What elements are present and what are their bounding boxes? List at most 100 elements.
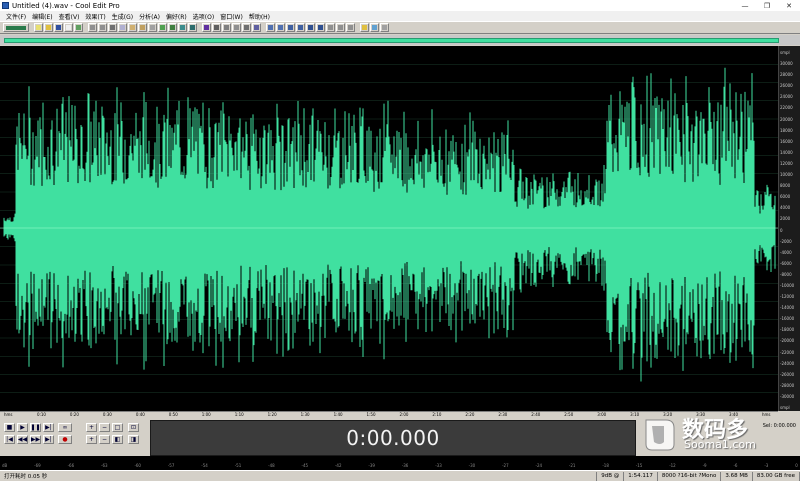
favorites-button[interactable] [360,23,369,32]
time-tick: 2:00 [399,412,409,417]
menu-analyze[interactable]: 分析(A) [136,12,163,21]
zoom-out-horizontal-button[interactable]: − [99,423,110,432]
time-select-button[interactable] [222,23,231,32]
status-bar: 打开耗时 0.05 秒 9dB @ 1:54.117 8000 ?16-bit … [0,470,800,481]
zoom-in-horizontal-button[interactable]: + [86,423,97,432]
menu-options[interactable]: 选项(O) [190,12,217,21]
zoom-out-icon: − [101,424,108,431]
menu-edit[interactable]: 编辑(E) [29,12,55,21]
select-all-button[interactable] [168,23,177,32]
menu-effects[interactable]: 效果(T) [82,12,108,21]
amplify-button[interactable] [266,23,275,32]
level-tick: -45 [301,463,309,468]
menu-view[interactable]: 查看(V) [56,12,83,21]
stop-button[interactable]: ■ [4,423,15,432]
play-to-end-button[interactable]: ▶| [43,423,54,432]
level-tick: 0 [795,463,798,468]
status-duration: 1:54.117 [624,471,658,481]
paste-button[interactable] [128,23,137,32]
overview-bar[interactable] [0,35,800,45]
amplitude-tick: -22000 [780,349,795,355]
rewind-icon: ◀◀ [17,436,28,443]
zoom-to-right-button[interactable]: ◨ [128,435,139,444]
save-as-button[interactable] [74,23,83,32]
menu-file[interactable]: 文件(F) [3,12,29,21]
new-file-button[interactable] [34,23,43,32]
mix-paste-button[interactable] [138,23,147,32]
status-view: 9dB @ [597,471,625,481]
reverb-button[interactable] [326,23,335,32]
trim-button[interactable] [158,23,167,32]
time-tick: 2:50 [564,412,574,417]
spectral-view-button[interactable] [202,23,211,32]
minimize-button[interactable]: — [734,2,756,10]
watermark: 数码多 Sooma1.com [640,410,798,460]
copy-new-button[interactable] [148,23,157,32]
save-file-button[interactable] [54,23,63,32]
pause-button[interactable]: ❚❚ [30,423,41,432]
amplitude-tick: 26000 [780,83,793,89]
time-tick: hms [4,412,13,417]
overview-visible-range[interactable] [4,38,779,43]
close-file-button[interactable] [64,23,73,32]
fade-button[interactable] [296,23,305,32]
scripts-button[interactable] [370,23,379,32]
delay-button[interactable] [336,23,345,32]
envelope-button[interactable] [286,23,295,32]
hybrid-button[interactable] [252,23,261,32]
menu-help[interactable]: 帮助(H) [246,12,273,21]
time-tick: 2:10 [432,412,442,417]
noise-reduction-button[interactable] [306,23,315,32]
cue-list-button[interactable] [188,23,197,32]
undo-button[interactable] [88,23,97,32]
waveform-canvas[interactable] [0,46,778,411]
amplitude-tick: smpl [780,50,790,55]
menu-favorites[interactable]: 偏好(R) [163,12,190,21]
watermark-logo-icon [645,419,675,451]
amplitude-tick: -20000 [780,338,795,344]
go-start-button[interactable]: |◀ [4,435,15,444]
zoom-full-button[interactable]: □ [112,423,123,432]
play-button[interactable]: ▶ [17,423,28,432]
menu-generate[interactable]: 生成(G) [109,12,136,21]
pitch-button[interactable] [346,23,355,32]
waveform-trace [0,67,778,382]
menu-window[interactable]: 窗口(W) [217,12,246,21]
zoom-to-left-button[interactable]: ◧ [112,435,123,444]
waveform-view-button[interactable] [212,23,221,32]
close-button[interactable]: ✕ [778,2,800,10]
waveform-display[interactable]: smpl 30000 28000 26000 24000 22000 20000 18000 1… [0,46,800,411]
zoom-selection-button[interactable]: ⊡ [128,423,139,432]
zoom-full-icon: □ [114,424,121,431]
window-title: Untitled (4).wav - Cool Edit Pro [12,1,120,10]
scrub-button[interactable] [242,23,251,32]
loop-icon: ∞ [62,424,68,431]
record-button[interactable]: ● [58,435,72,444]
time-tick: 0:50 [168,412,178,417]
cut-button[interactable] [108,23,117,32]
zoom-out-vertical-button[interactable]: − [99,435,110,444]
zoom-in-vertical-button[interactable]: + [86,435,97,444]
settings-button[interactable] [380,23,389,32]
multitrack-toggle-button[interactable] [3,23,29,32]
level-tick: -54 [201,463,208,468]
time-tick: 1:30 [300,412,310,417]
snap-button[interactable] [178,23,187,32]
time-tick: 2:40 [531,412,541,417]
copy-button[interactable] [118,23,127,32]
amplitude-tick: 16000 [780,138,793,144]
maximize-button[interactable]: ❐ [756,2,778,10]
rewind-button[interactable]: ◀◀ [17,435,28,444]
toolbar [0,21,800,34]
level-tick: -63 [101,463,108,468]
redo-button[interactable] [98,23,107,32]
title-bar: Untitled (4).wav - Cool Edit Pro — ❐ ✕ [0,0,800,11]
marquee-button[interactable] [232,23,241,32]
fast-forward-button[interactable]: ▶▶ [30,435,41,444]
eq-button[interactable] [316,23,325,32]
normalize-button[interactable] [276,23,285,32]
amplitude-tick: 8000 [780,183,791,189]
go-end-button[interactable]: ▶| [43,435,54,444]
open-file-button[interactable] [44,23,53,32]
loop-button[interactable]: ∞ [58,423,72,432]
